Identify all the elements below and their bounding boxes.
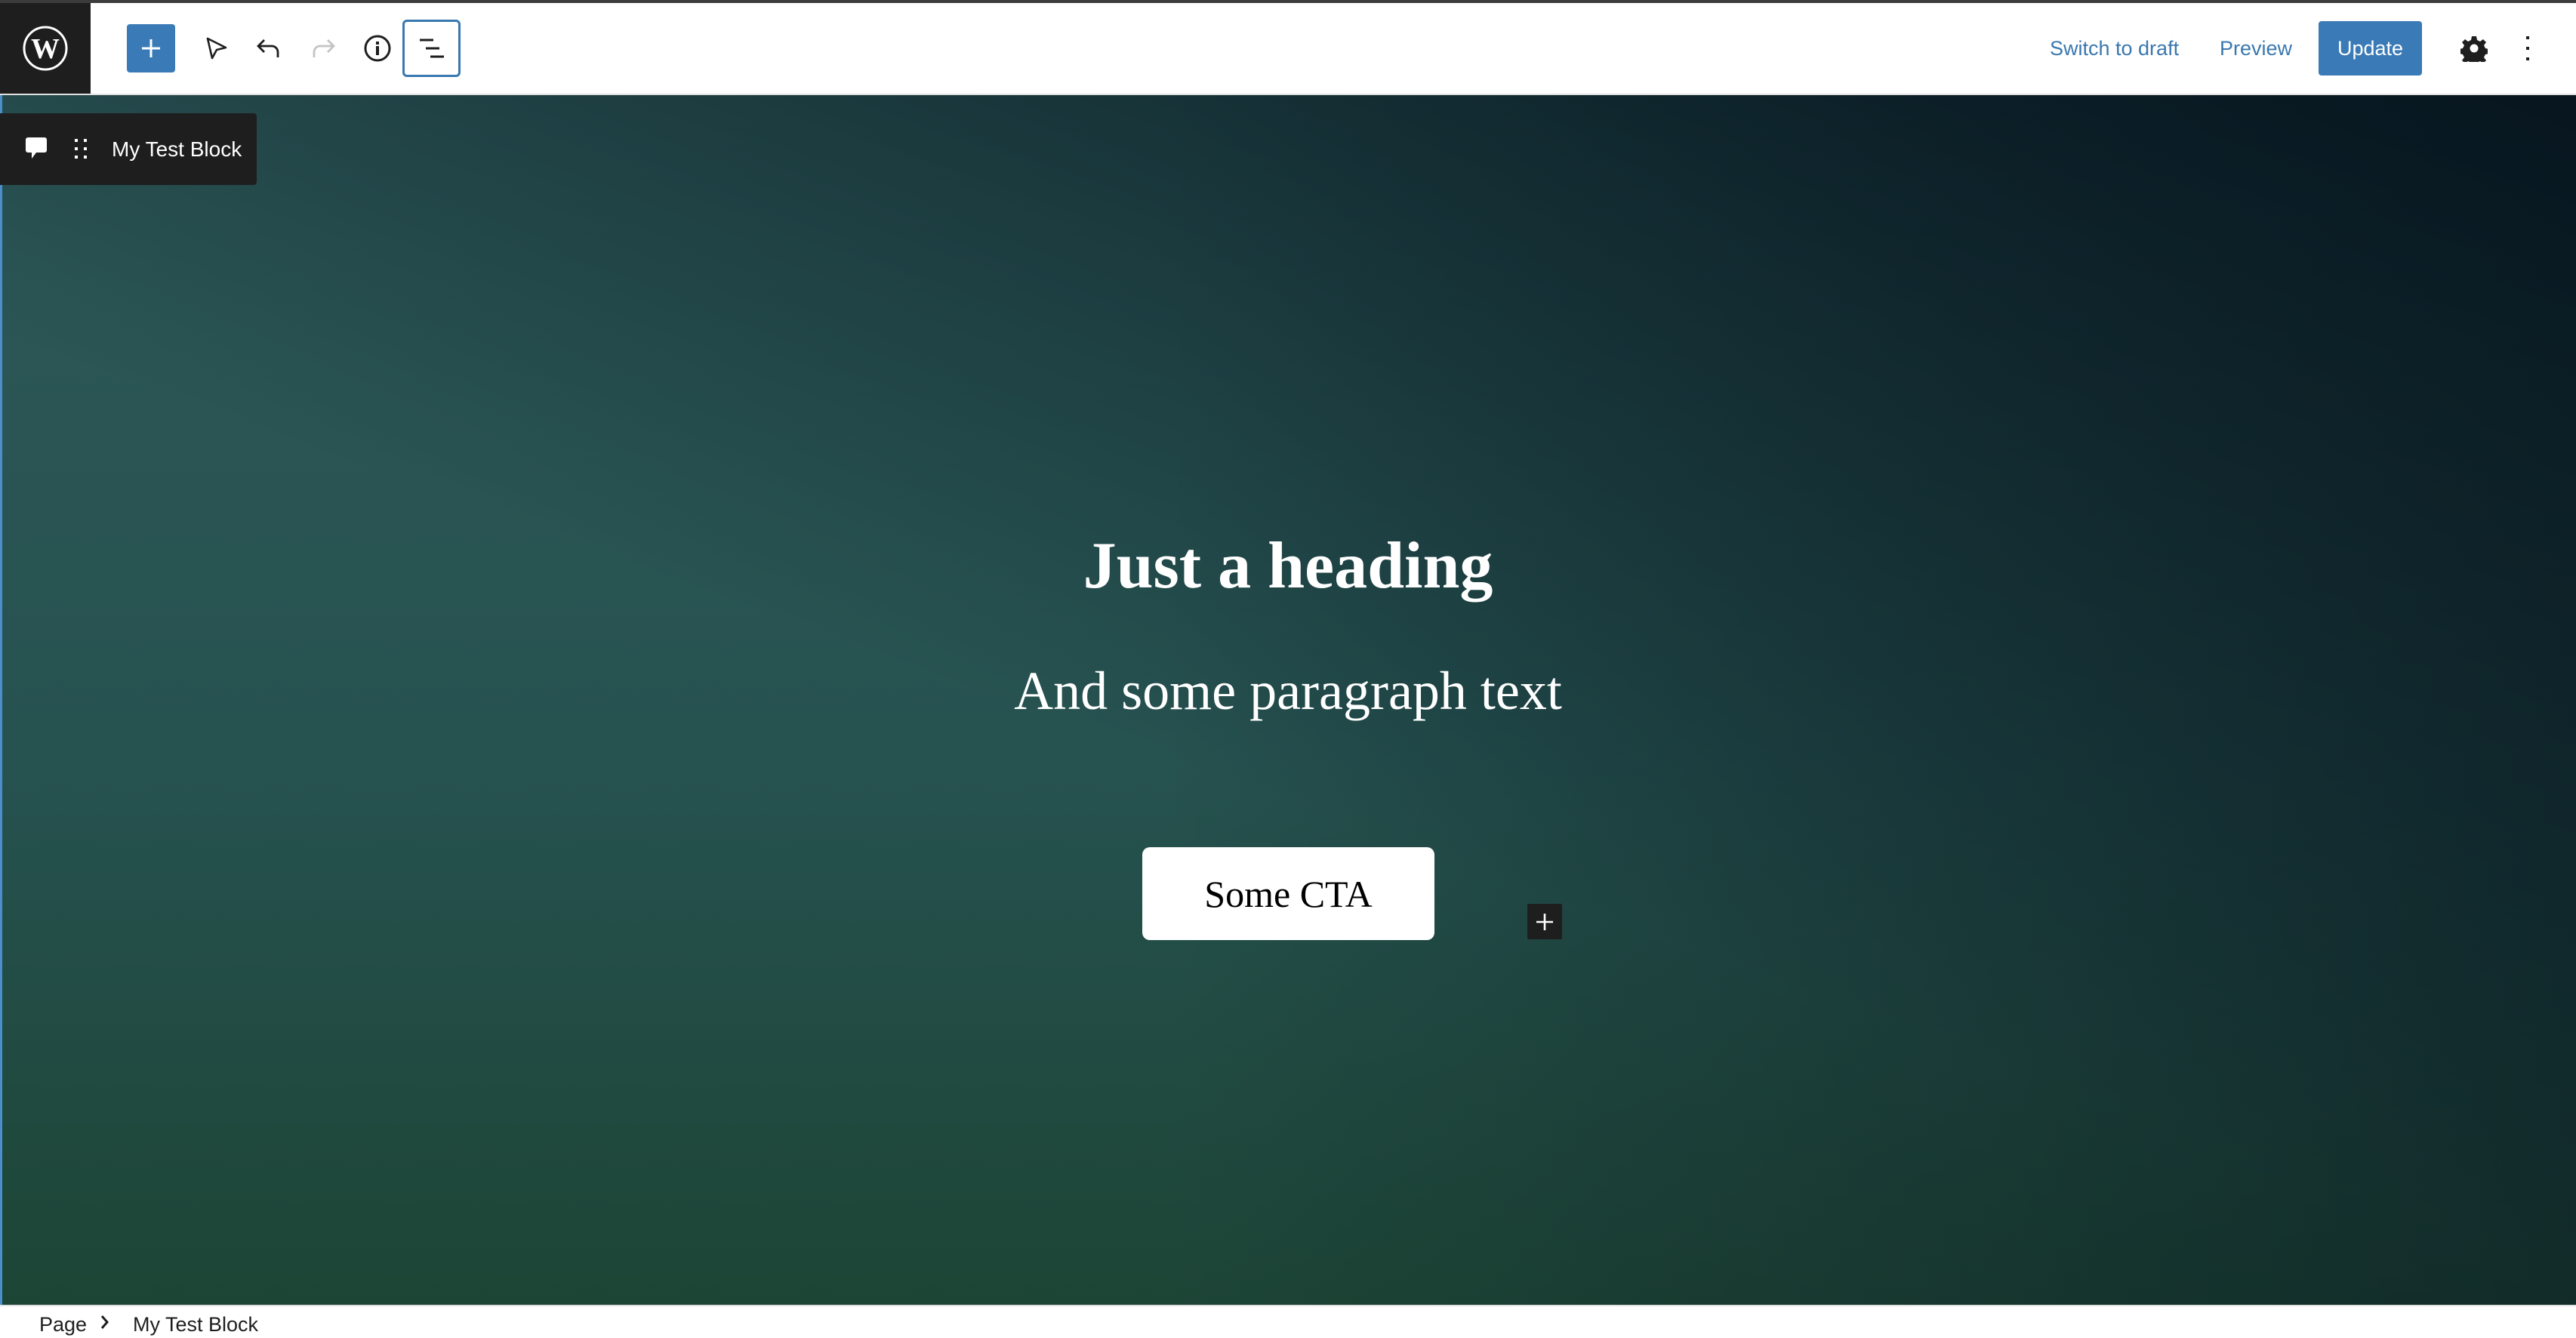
drag-handle[interactable] [69,134,92,164]
block-inserter-button[interactable] [1527,904,1562,939]
breadcrumb-block[interactable]: My Test Block [133,1311,258,1338]
drag-handle-icon [75,139,87,159]
wordpress-logo-button[interactable]: W [0,3,91,94]
redo-icon [313,39,335,57]
block-toolbar: My Test Block [0,113,257,185]
wordpress-logo-icon: W [23,26,68,71]
undo-icon [257,39,279,57]
info-icon [364,35,391,62]
switch-to-draft-button[interactable]: Switch to draft [2050,24,2179,72]
details-button[interactable] [353,24,402,72]
cover-paragraph[interactable]: And some paragraph text [0,649,2576,732]
block-name-label[interactable]: My Test Block [112,113,242,185]
block-breadcrumb-bar: Page My Test Block [0,1305,2576,1336]
gear-icon [2460,36,2488,62]
editor-header: W Switch to draft Preview Update [0,3,2576,95]
settings-button[interactable] [2450,24,2498,72]
cover-heading[interactable]: Just a heading [0,521,2576,612]
svg-text:W: W [31,33,60,65]
select-tool-button[interactable] [192,24,240,72]
add-block-button[interactable] [127,24,175,72]
more-vertical-icon [2526,36,2529,60]
breadcrumb-page[interactable]: Page [39,1311,87,1338]
comment-icon [26,137,47,159]
cursor-icon [206,37,227,60]
block-parent-button[interactable] [23,134,50,164]
redo-button[interactable] [299,24,347,72]
preview-button[interactable]: Preview [2220,24,2292,72]
plus-icon [142,39,160,57]
cta-button[interactable]: Some CTA [1142,847,1434,940]
more-options-button[interactable] [2504,24,2552,72]
update-button[interactable]: Update [2319,21,2422,76]
plus-icon [1536,913,1553,930]
list-view-button[interactable] [402,20,461,77]
list-view-icon [419,39,444,58]
undo-button[interactable] [245,24,293,72]
chevron-right-icon [100,1315,109,1329]
